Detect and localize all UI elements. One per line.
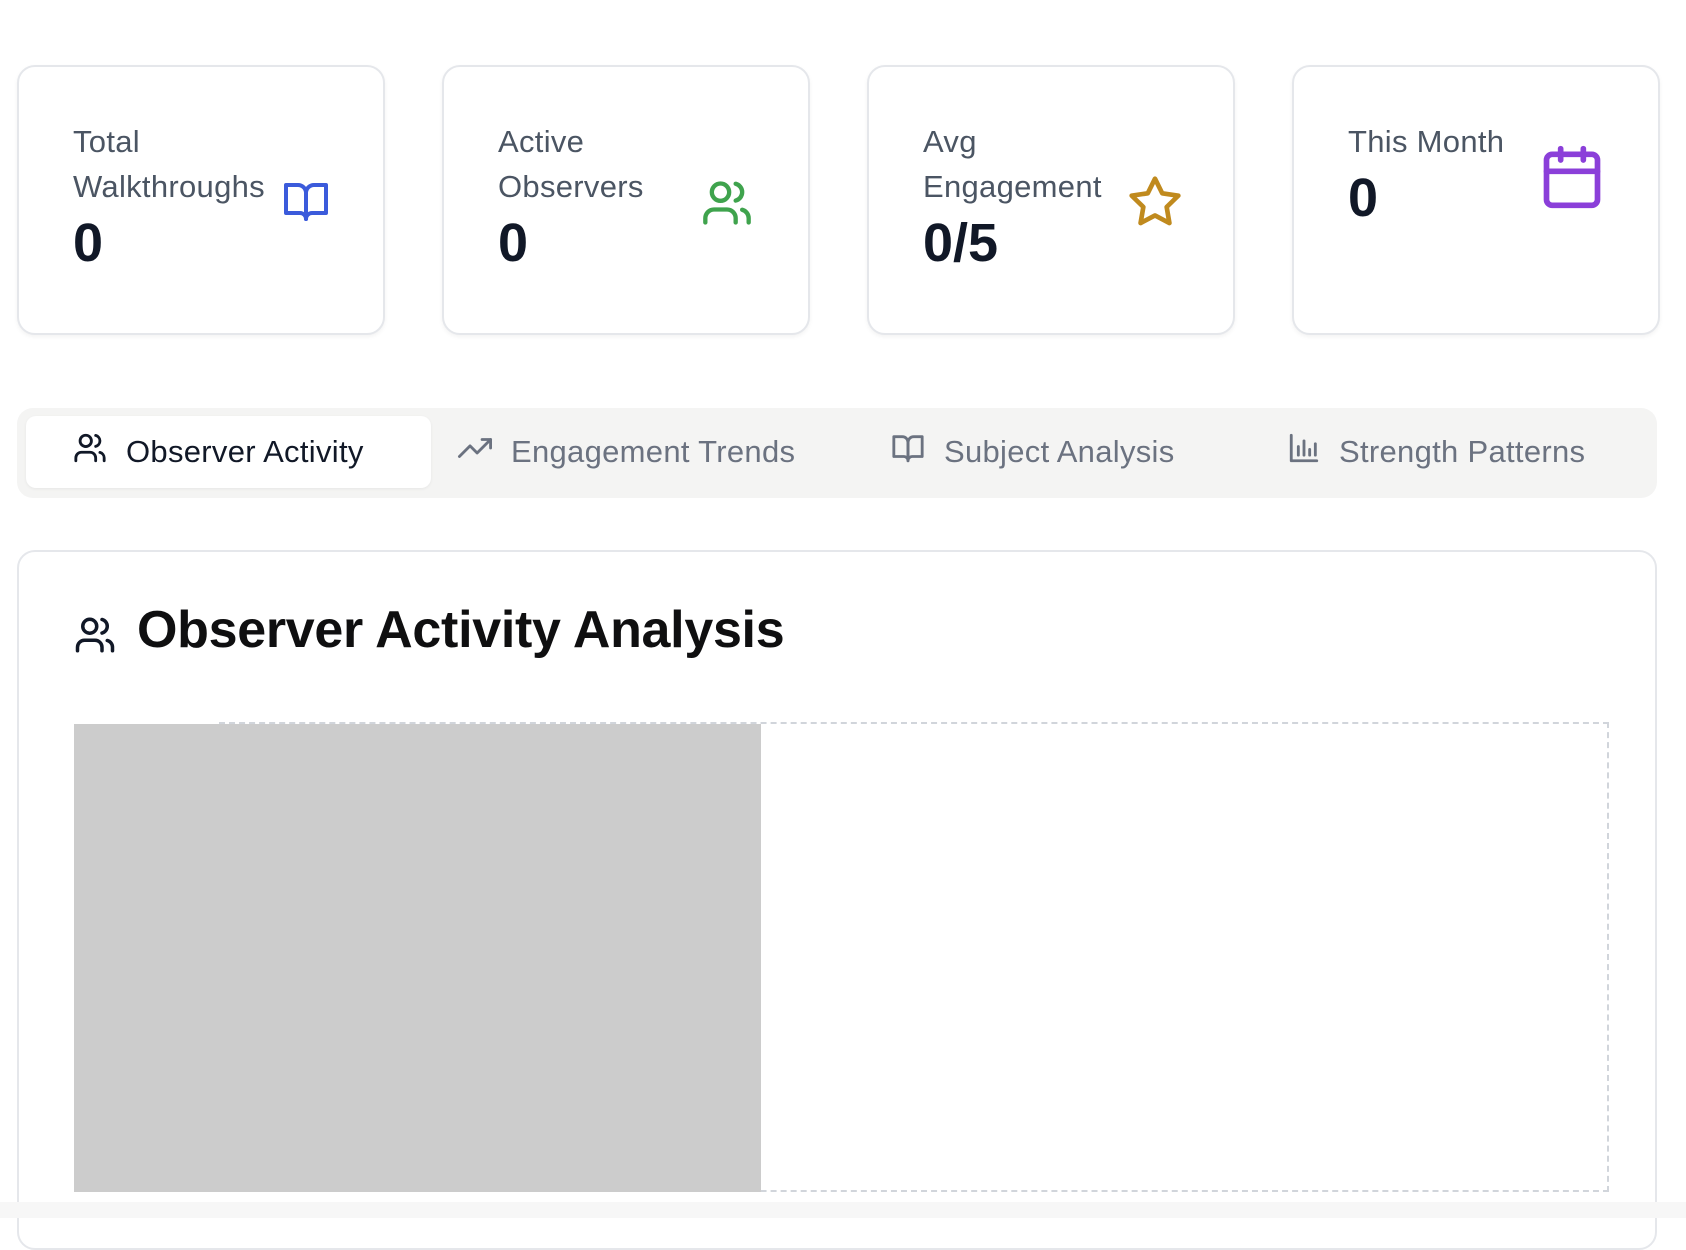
bar-chart-icon [1287, 431, 1339, 473]
users-icon [73, 614, 117, 661]
calendar-icon [1538, 143, 1606, 216]
book-open-icon [281, 177, 331, 230]
users-icon [700, 177, 754, 234]
stat-value: 0 [1348, 168, 1379, 228]
tab-strength-patterns[interactable]: Strength Patterns [1287, 416, 1647, 488]
stat-label: Total Walkthroughs [73, 124, 265, 204]
stat-card-active-observers: Active Observers 0 [442, 65, 810, 335]
stat-label: Active Observers [498, 124, 644, 204]
stat-card-total-walkthroughs: Total Walkthroughs 0 [17, 65, 385, 335]
tab-subject-analysis[interactable]: Subject Analysis [890, 416, 1220, 488]
stat-card-this-month: This Month 0 [1292, 65, 1660, 335]
tab-label: Engagement Trends [511, 434, 796, 469]
stat-value: 0/5 [923, 213, 999, 273]
trending-up-icon [457, 431, 511, 473]
star-icon [1127, 174, 1183, 235]
page-footer-edge [0, 1202, 1686, 1218]
tab-bar: Observer Activity Engagement Trends Subj… [17, 408, 1657, 498]
tab-label: Observer Activity [126, 434, 364, 469]
stat-label: Avg Engagement [923, 124, 1102, 204]
stat-value: 0 [73, 213, 104, 273]
panel-title: Observer Activity Analysis [137, 601, 785, 659]
tab-label: Subject Analysis [944, 434, 1175, 469]
stat-label: This Month [1348, 124, 1505, 159]
tab-label: Strength Patterns [1339, 434, 1586, 469]
observer-activity-panel: Observer Activity Analysis [17, 550, 1657, 1250]
tab-engagement-trends[interactable]: Engagement Trends [457, 416, 827, 488]
users-icon [72, 431, 126, 473]
stat-card-avg-engagement: Avg Engagement 0/5 [867, 65, 1235, 335]
tab-observer-activity[interactable]: Observer Activity [26, 416, 431, 488]
book-open-icon [890, 431, 944, 473]
stat-value: 0 [498, 213, 529, 273]
chart-placeholder [74, 724, 761, 1192]
